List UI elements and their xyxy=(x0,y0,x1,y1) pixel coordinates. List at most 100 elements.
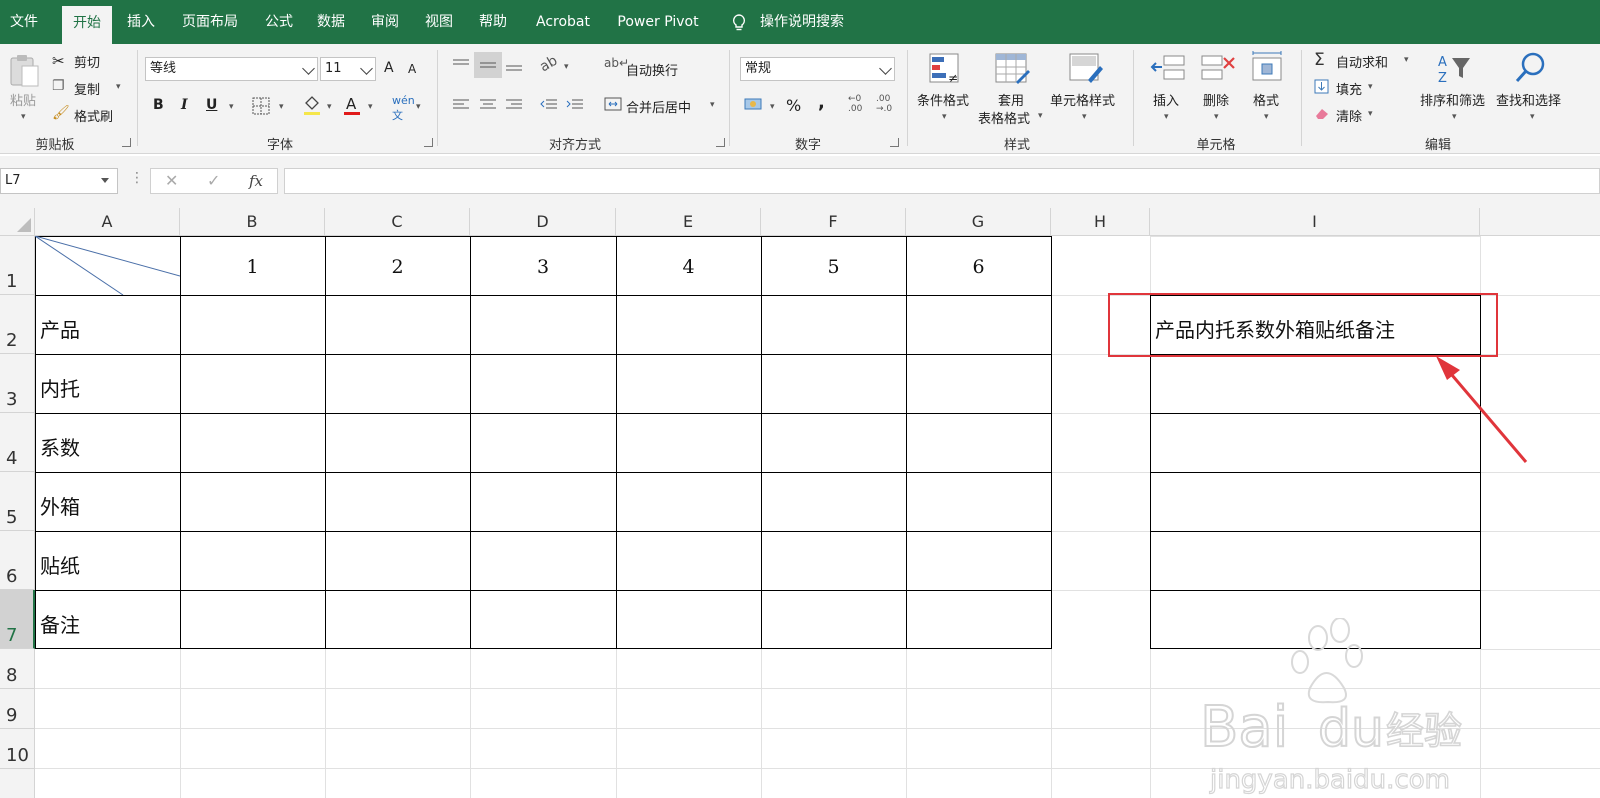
format-cells-button[interactable]: 格式 xyxy=(1253,90,1279,109)
increase-decimal-icon[interactable]: ←0.00 xyxy=(848,94,862,114)
cell-styles-button[interactable]: 单元格样式 xyxy=(1050,90,1115,109)
format-painter-button[interactable]: 格式刷 xyxy=(74,106,113,125)
row-header-6[interactable]: 6 xyxy=(0,531,35,590)
cell-d1[interactable]: 3 xyxy=(470,256,616,278)
cell-a3[interactable]: 内托 xyxy=(40,373,80,402)
cell-a2[interactable]: 产品 xyxy=(40,314,80,343)
column-header-f[interactable]: F xyxy=(761,208,906,236)
column-header-e[interactable]: E xyxy=(616,208,761,236)
align-top-icon[interactable] xyxy=(452,58,470,72)
tell-me-search[interactable]: 操作说明搜索 xyxy=(760,0,844,44)
menu-data[interactable]: 数据 xyxy=(310,0,352,44)
clipboard-launcher-icon[interactable] xyxy=(122,138,131,147)
border-icon[interactable] xyxy=(252,97,270,115)
menu-insert[interactable]: 插入 xyxy=(120,0,162,44)
fill-button[interactable]: 填充 xyxy=(1336,79,1362,98)
sort-filter-icon[interactable]: A Z xyxy=(1436,52,1472,86)
menu-acrobat[interactable]: Acrobat xyxy=(528,0,598,44)
menu-power-pivot[interactable]: Power Pivot xyxy=(610,0,706,44)
underline-button[interactable]: U xyxy=(206,97,217,113)
conditional-formatting-icon[interactable]: ≠ xyxy=(928,52,962,86)
format-as-table-line2[interactable]: 表格格式 xyxy=(978,108,1030,127)
align-center-icon[interactable] xyxy=(479,98,497,112)
percent-button[interactable]: % xyxy=(786,96,801,115)
shrink-font-button[interactable]: A xyxy=(408,62,416,76)
row-header-5[interactable]: 5 xyxy=(0,472,35,531)
decrease-indent-icon[interactable] xyxy=(540,98,558,112)
alignment-launcher-icon[interactable] xyxy=(716,138,725,147)
cell-g1[interactable]: 6 xyxy=(906,256,1051,278)
font-color-icon[interactable]: A xyxy=(342,94,362,116)
menu-review[interactable]: 审阅 xyxy=(364,0,406,44)
currency-icon[interactable] xyxy=(744,96,764,112)
cell-b1[interactable]: 1 xyxy=(180,256,325,278)
comma-button[interactable]: , xyxy=(818,92,825,113)
align-left-icon[interactable] xyxy=(452,98,470,112)
increase-indent-icon[interactable] xyxy=(566,98,584,112)
clear-button[interactable]: 清除 xyxy=(1336,106,1362,125)
sort-filter-button[interactable]: 排序和筛选 xyxy=(1420,90,1485,109)
menu-view[interactable]: 视图 xyxy=(418,0,460,44)
row-header-1[interactable]: 1 xyxy=(0,236,35,295)
font-launcher-icon[interactable] xyxy=(424,138,433,147)
formula-input[interactable] xyxy=(284,168,1600,194)
row-header-2[interactable]: 2 xyxy=(0,295,35,354)
font-name-combo[interactable]: 等线 xyxy=(145,57,318,81)
row-header-8[interactable]: 8 xyxy=(0,649,35,689)
cell-f1[interactable]: 5 xyxy=(761,256,906,278)
conditional-formatting-button[interactable]: 条件格式 xyxy=(917,90,969,109)
align-middle-selected[interactable] xyxy=(474,52,502,78)
column-header-a[interactable]: A xyxy=(35,208,180,236)
merge-center-button[interactable]: 合并后居中 xyxy=(626,97,691,116)
copy-button[interactable]: 复制 xyxy=(74,79,100,98)
format-cells-icon[interactable] xyxy=(1250,50,1284,84)
find-select-button[interactable]: 查找和选择 xyxy=(1496,90,1561,109)
menu-page-layout[interactable]: 页面布局 xyxy=(174,0,246,44)
delete-cells-button[interactable]: 删除 xyxy=(1203,90,1229,109)
row-header-7[interactable]: 7 xyxy=(0,590,35,649)
cut-button[interactable]: 剪切 xyxy=(74,52,100,71)
menu-home[interactable]: 开始 xyxy=(62,6,112,44)
decrease-decimal-icon[interactable]: .00 →.0 xyxy=(876,94,892,114)
confirm-icon[interactable]: ✓ xyxy=(207,169,220,193)
align-bottom-icon[interactable] xyxy=(505,58,523,72)
worksheet-grid[interactable]: A B C D E F G H I 1 2 3 4 5 6 7 8 9 10 1… xyxy=(0,208,1600,798)
cell-c1[interactable]: 2 xyxy=(325,256,470,278)
cell-a6[interactable]: 贴纸 xyxy=(40,550,80,579)
cell-a7[interactable]: 备注 xyxy=(40,609,80,638)
row-header-9[interactable]: 9 xyxy=(0,689,35,729)
menu-formulas[interactable]: 公式 xyxy=(258,0,300,44)
cell-a4[interactable]: 系数 xyxy=(40,432,80,461)
column-header-g[interactable]: G xyxy=(906,208,1051,236)
number-launcher-icon[interactable] xyxy=(890,138,899,147)
menu-file[interactable]: 文件 xyxy=(0,0,48,44)
paste-icon[interactable] xyxy=(8,52,42,88)
insert-cells-button[interactable]: 插入 xyxy=(1153,90,1179,109)
fill-color-icon[interactable] xyxy=(302,94,322,116)
formula-bar-grip[interactable]: ⋮ xyxy=(130,170,144,186)
column-header-i[interactable]: I xyxy=(1150,208,1480,236)
paste-label[interactable]: 粘贴 xyxy=(10,90,36,109)
insert-function-button[interactable]: fx xyxy=(249,169,263,193)
column-header-extra[interactable] xyxy=(1480,208,1600,236)
cell-styles-icon[interactable] xyxy=(1068,52,1104,86)
format-as-table-line1[interactable]: 套用 xyxy=(998,90,1024,109)
column-header-b[interactable]: B xyxy=(180,208,325,236)
align-right-icon[interactable] xyxy=(505,98,523,112)
column-header-c[interactable]: C xyxy=(325,208,470,236)
delete-cells-icon[interactable] xyxy=(1200,52,1236,84)
wrap-text-button[interactable]: 自动换行 xyxy=(626,60,678,79)
number-format-combo[interactable]: 常规 xyxy=(740,57,895,81)
column-header-h[interactable]: H xyxy=(1051,208,1150,236)
bold-button[interactable]: B xyxy=(153,97,164,113)
grow-font-button[interactable]: A xyxy=(384,60,394,76)
select-all-button[interactable] xyxy=(0,208,35,236)
column-header-d[interactable]: D xyxy=(470,208,616,236)
row-header-4[interactable]: 4 xyxy=(0,413,35,472)
font-size-combo[interactable]: 11 xyxy=(320,57,376,81)
autosum-button[interactable]: 自动求和 xyxy=(1336,52,1388,71)
orientation-icon[interactable]: ab xyxy=(537,53,560,76)
cell-e1[interactable]: 4 xyxy=(616,256,761,278)
cancel-icon[interactable]: ✕ xyxy=(165,169,178,193)
phonetic-icon[interactable]: wén 文 xyxy=(392,94,415,123)
